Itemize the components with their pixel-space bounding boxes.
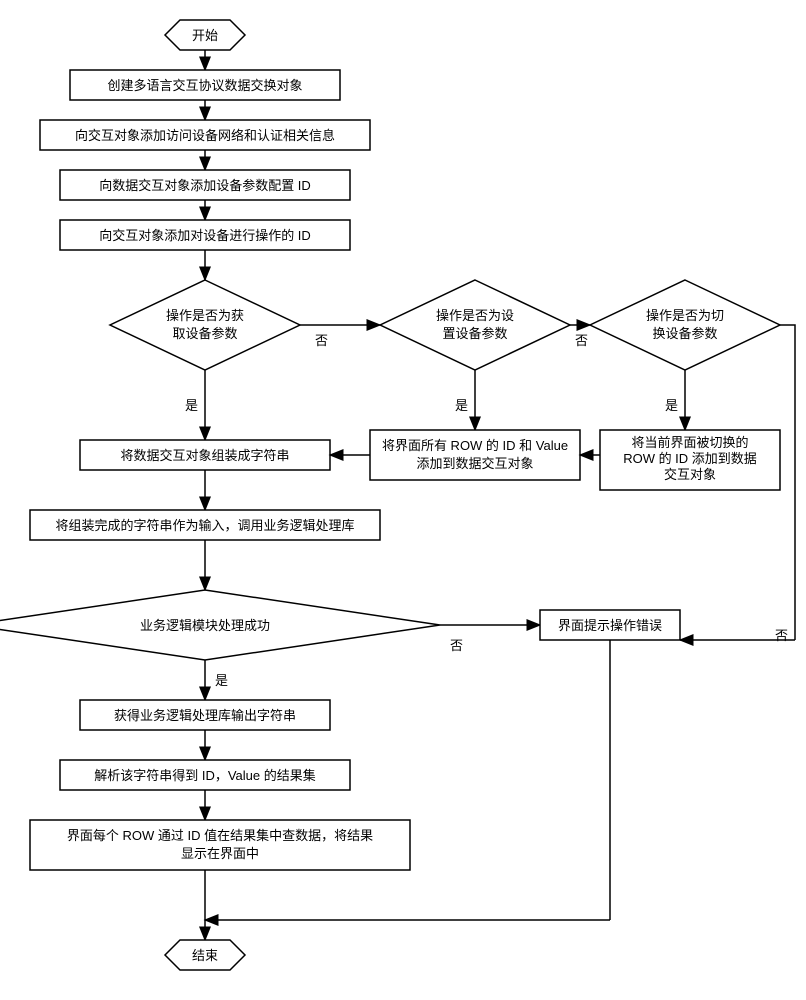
d3-no-label: 否: [775, 628, 788, 643]
d1-label-1: 操作是否为获: [166, 308, 244, 323]
d3-yes-label: 是: [665, 398, 678, 413]
start-label: 开始: [192, 28, 218, 43]
decision-d3: [590, 280, 780, 370]
n6-label-2: 添加到数据交互对象: [416, 456, 533, 471]
d1-label-2: 取设备参数: [172, 326, 237, 341]
d2-label-1: 操作是否为设: [436, 308, 514, 323]
decision-d1: [110, 280, 300, 370]
n2-label: 向交互对象添加访问设备网络和认证相关信息: [75, 128, 335, 143]
n9-label: 界面提示操作错误: [558, 618, 662, 633]
n7-label-3: 交互对象: [664, 467, 716, 482]
end-label: 结束: [192, 948, 218, 963]
d3-label-1: 操作是否为切: [646, 308, 724, 323]
n12-label-1: 界面每个 ROW 通过 ID 值在结果集中查数据，将结果: [67, 828, 373, 843]
d4-label: 业务逻辑模块处理成功: [140, 618, 270, 633]
n10-label: 获得业务逻辑处理库输出字符串: [114, 708, 296, 723]
d4-yes-label: 是: [215, 673, 228, 688]
n4-label: 向交互对象添加对设备进行操作的 ID: [99, 228, 311, 243]
d2-yes-label: 是: [455, 398, 468, 413]
n6-label-1: 将界面所有 ROW 的 ID 和 Value: [382, 438, 568, 453]
d4-no-label: 否: [450, 638, 463, 653]
flowchart-diagram: 开始 创建多语言交互协议数据交换对象 向交互对象添加访问设备网络和认证相关信息 …: [0, 0, 806, 1000]
d3-label-2: 换设备参数: [652, 326, 717, 341]
d1-no-label: 否: [315, 333, 328, 348]
n3-label: 向数据交互对象添加设备参数配置 ID: [99, 178, 311, 193]
n7-label-1: 将当前界面被切换的: [631, 435, 748, 450]
decision-d2: [380, 280, 570, 370]
n11-label: 解析该字符串得到 ID，Value 的结果集: [94, 768, 316, 783]
d2-no-label: 否: [575, 333, 588, 348]
n7-label-2: ROW 的 ID 添加到数据: [623, 451, 757, 466]
n12-label-2: 显示在界面中: [181, 846, 259, 861]
n1-label: 创建多语言交互协议数据交换对象: [107, 78, 302, 93]
d2-label-2: 置设备参数: [442, 326, 507, 341]
n8-label: 将组装完成的字符串作为输入，调用业务逻辑处理库: [55, 518, 354, 533]
d1-yes-label: 是: [185, 398, 198, 413]
n5-label: 将数据交互对象组装成字符串: [120, 448, 289, 463]
